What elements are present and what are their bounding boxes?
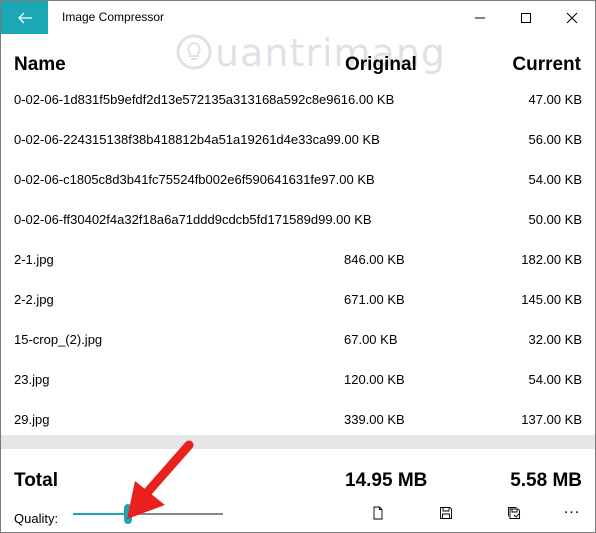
file-current-size: 182.00 KB (521, 252, 582, 267)
file-name: 0-02-06-c1805c8d3b41fc75524fb002e6f59064… (14, 172, 375, 187)
file-current-size: 54.00 KB (528, 172, 583, 187)
close-button[interactable] (549, 1, 595, 34)
quality-label: Quality: (14, 511, 59, 526)
file-current-size: 145.00 KB (521, 292, 582, 307)
save-button[interactable] (434, 503, 458, 523)
file-list[interactable]: 0-02-06-1d831f5b9efdf2d13e572135a313168a… (1, 79, 595, 434)
title-bar: Image Compressor (1, 1, 595, 34)
file-current-size: 56.00 KB (528, 132, 583, 147)
total-current-size: 5.58 MB (510, 470, 582, 491)
list-item[interactable]: 0-02-06-c1805c8d3b41fc75524fb002e6f59064… (1, 159, 595, 199)
file-name: 29.jpg (14, 412, 50, 427)
file-name: 0-02-06-1d831f5b9efdf2d13e572135a313168a… (14, 92, 395, 107)
total-label: Total (14, 470, 58, 491)
column-header-current[interactable]: Current (512, 54, 581, 76)
save-icon (440, 507, 452, 519)
file-name: 23.jpg (14, 372, 50, 387)
file-current-size: 32.00 KB (528, 332, 583, 347)
file-name: 0-02-06-224315138f38b418812b4a51a19261d4… (14, 132, 380, 147)
slider-track-fill (73, 513, 128, 515)
file-name: 2-1.jpg (14, 252, 54, 267)
total-original-size: 14.95 MB (345, 470, 428, 491)
file-original-size: 67.00 KB (344, 332, 398, 347)
close-icon (566, 12, 578, 23)
file-current-size: 50.00 KB (528, 212, 583, 227)
file-original-size: 339.00 KB (344, 412, 405, 427)
minimize-icon (475, 17, 485, 18)
file-current-size: 54.00 KB (528, 372, 583, 387)
list-item[interactable]: 0-02-06-1d831f5b9efdf2d13e572135a313168a… (1, 79, 595, 119)
file-original-size: 846.00 KB (344, 252, 405, 267)
list-item[interactable]: 0-02-06-224315138f38b418812b4a51a19261d4… (1, 119, 595, 159)
list-item[interactable]: 0-02-06-ff30402f4a32f18a6a71ddd9cdcb5fd1… (1, 199, 595, 239)
save-all-button[interactable] (502, 503, 526, 523)
file-current-size: 137.00 KB (521, 412, 582, 427)
slider-thumb[interactable] (124, 504, 132, 524)
list-item[interactable]: 2-1.jpg 846.00 KB 182.00 KB (1, 239, 595, 279)
app-window: Image Compressor uantrimang Name Origina… (0, 0, 596, 533)
lightbulb-logo-icon (176, 34, 212, 70)
file-original-size: 120.00 KB (344, 372, 405, 387)
column-header-name[interactable]: Name (14, 54, 66, 76)
list-item[interactable]: 15-crop_(2).jpg 67.00 KB 32.00 KB (1, 319, 595, 359)
list-item[interactable]: 2-2.jpg 671.00 KB 145.00 KB (1, 279, 595, 319)
new-button[interactable] (366, 503, 390, 523)
list-item[interactable]: 29.jpg 339.00 KB 137.00 KB (1, 399, 595, 434)
quality-slider[interactable] (73, 504, 223, 524)
more-options-button[interactable]: ... (560, 499, 584, 519)
back-button[interactable] (1, 1, 48, 34)
list-divider (1, 435, 595, 449)
file-name: 0-02-06-ff30402f4a32f18a6a71ddd9cdcb5fd1… (14, 212, 372, 227)
file-current-size: 47.00 KB (528, 92, 583, 107)
list-item[interactable]: 23.jpg 120.00 KB 54.00 KB (1, 359, 595, 399)
maximize-button[interactable] (503, 1, 549, 34)
save-all-icon (508, 507, 521, 519)
slider-track (128, 513, 223, 515)
window-title: Image Compressor (62, 10, 165, 24)
file-original-size: 671.00 KB (344, 292, 405, 307)
maximize-icon (521, 12, 531, 23)
file-name: 2-2.jpg (14, 292, 54, 307)
back-arrow-icon (17, 12, 32, 23)
column-header-original[interactable]: Original (345, 54, 417, 76)
file-name: 15-crop_(2).jpg (14, 332, 103, 347)
minimize-button[interactable] (457, 1, 503, 34)
new-file-icon (373, 506, 383, 520)
